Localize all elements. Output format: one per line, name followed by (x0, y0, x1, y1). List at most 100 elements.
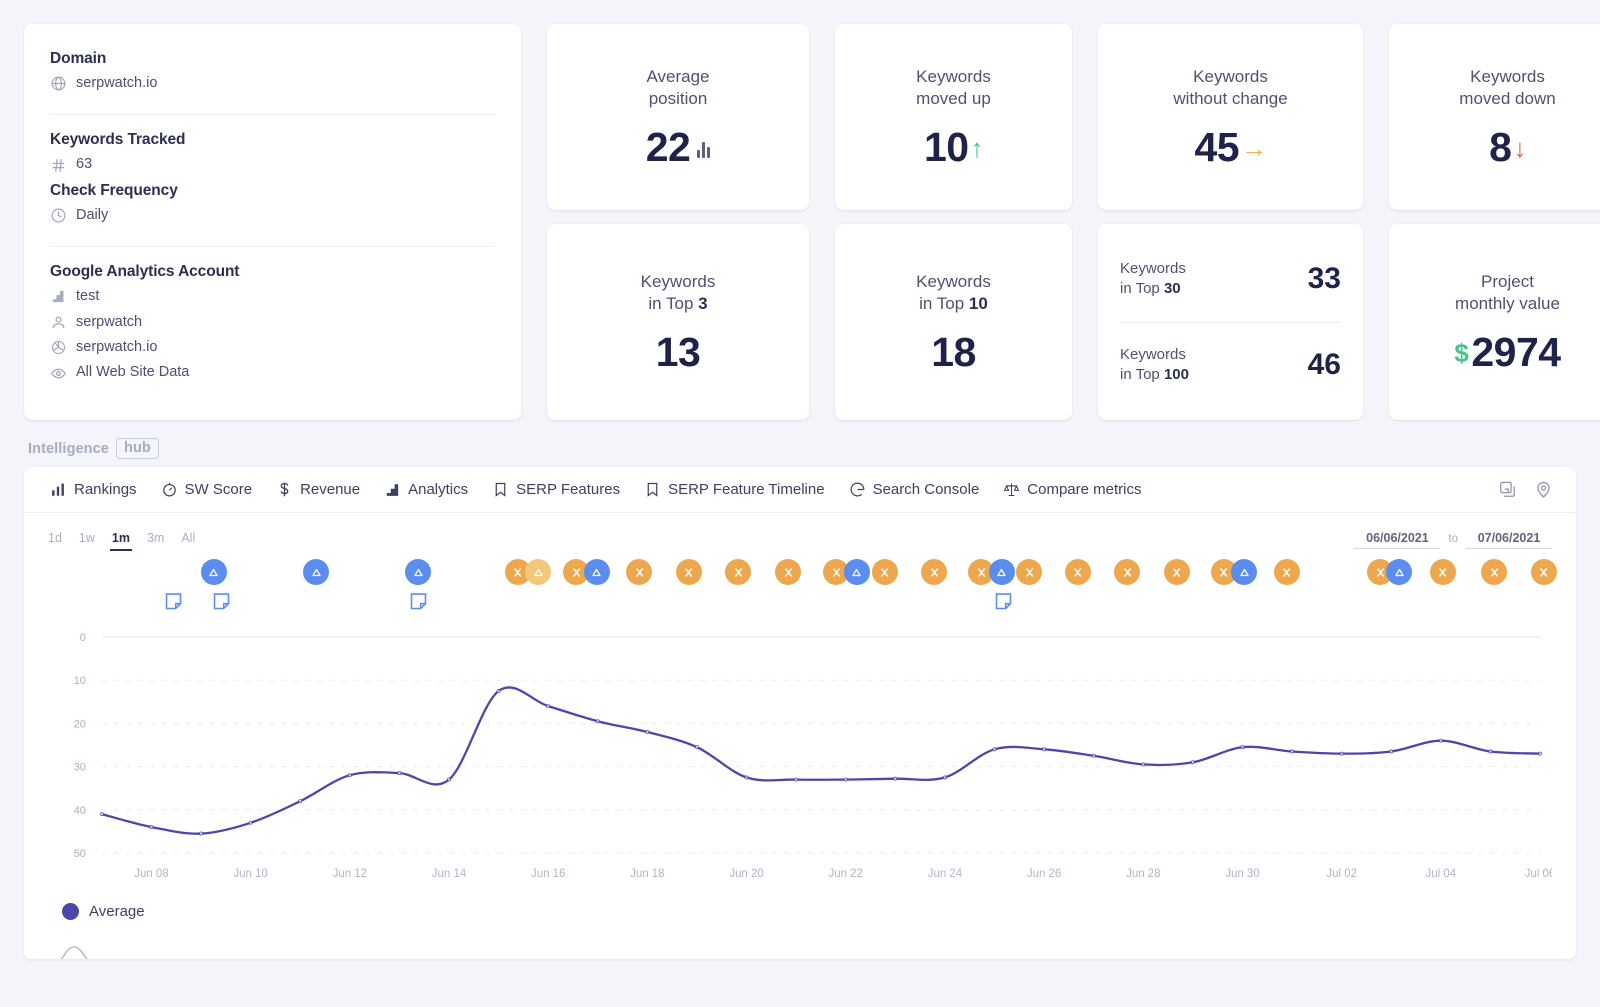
serp-change-marker[interactable] (1064, 559, 1091, 585)
tab-sw-score[interactable]: SW Score (149, 467, 265, 513)
note-marker-icon[interactable] (993, 591, 1014, 612)
metric-card-keywords-moved-up: Keywords moved up 10 ↑ (835, 24, 1072, 210)
location-pin-icon[interactable] (1528, 475, 1558, 505)
note-marker-icon[interactable] (211, 591, 232, 612)
serp-change-marker[interactable] (775, 559, 802, 585)
bars-icon (697, 138, 711, 158)
chart-data-point[interactable] (893, 776, 898, 781)
serp-change-marker[interactable] (921, 559, 948, 585)
chart-data-point[interactable] (794, 777, 799, 782)
note-marker-icon[interactable] (163, 591, 184, 612)
tab-serp-features[interactable]: SERP Features (480, 467, 632, 513)
serp-change-marker[interactable] (675, 559, 702, 585)
chart-data-point[interactable] (1290, 749, 1295, 754)
split-label-line1: Keywords (1120, 260, 1186, 277)
tab-label: Analytics (408, 481, 469, 498)
tab-rankings[interactable]: Rankings (38, 467, 149, 513)
gauge-icon (161, 481, 178, 498)
serp-change-marker[interactable] (1163, 559, 1190, 585)
chart-data-point[interactable] (992, 747, 997, 752)
ga-property-row: serpwatch (50, 314, 495, 331)
arrow-down-icon: ↓ (1513, 132, 1526, 163)
serp-change-marker[interactable] (1273, 559, 1300, 585)
date-from-input[interactable]: 06/06/2021 (1354, 531, 1441, 549)
google-update-marker[interactable] (988, 559, 1015, 585)
chart-data-point[interactable] (248, 820, 253, 825)
chart-data-point[interactable] (347, 773, 352, 778)
notes-icon[interactable] (1492, 475, 1522, 505)
date-to-input[interactable]: 07/06/2021 (1466, 531, 1552, 549)
bar-chart-icon (50, 288, 67, 305)
chart-data-point[interactable] (744, 775, 749, 780)
tab-analytics[interactable]: Analytics (372, 467, 480, 513)
chart-data-point[interactable] (1389, 749, 1394, 754)
x-axis-tick-label: Jun 16 (531, 868, 565, 880)
chart-data-point[interactable] (1091, 753, 1096, 758)
chart-data-point[interactable] (446, 777, 452, 782)
metric-value: 8 (1489, 124, 1512, 171)
serp-change-marker[interactable] (871, 559, 898, 585)
chart-minimap-icon[interactable] (52, 941, 114, 959)
chart-line-average (100, 686, 1542, 835)
google-update-marker[interactable] (843, 559, 870, 585)
metric-label-line2: in Top 3 (641, 293, 716, 315)
google-update-marker[interactable] (583, 559, 610, 585)
chart-data-point[interactable] (645, 729, 650, 735)
google-update-marker[interactable] (1231, 559, 1258, 585)
split-value: 33 (1307, 262, 1341, 296)
chart-data-point[interactable] (298, 799, 303, 804)
serp-change-marker[interactable] (1016, 559, 1043, 585)
chart-data-point[interactable] (149, 825, 154, 830)
chart-data-point[interactable] (1488, 749, 1493, 754)
chart-data-point[interactable] (1438, 738, 1443, 743)
range-option-all[interactable]: All (179, 529, 197, 551)
google-update-marker[interactable] (405, 559, 432, 585)
note-marker-icon[interactable] (408, 591, 429, 612)
chart-data-point[interactable] (1339, 751, 1344, 756)
chart-data-point[interactable] (397, 771, 402, 776)
serp-change-marker[interactable] (725, 559, 752, 585)
serp-change-marker[interactable] (1530, 559, 1557, 585)
bookmark-icon (492, 481, 509, 498)
chart-data-point[interactable] (843, 777, 848, 782)
tab-label: Rankings (74, 481, 137, 498)
google-update-marker[interactable] (525, 559, 552, 585)
chart-data-point[interactable] (942, 775, 947, 780)
range-option-1w[interactable]: 1w (77, 529, 97, 551)
chart-data-point[interactable] (99, 812, 104, 817)
chart-data-point[interactable] (1537, 751, 1543, 756)
serp-change-marker[interactable] (1481, 559, 1508, 585)
serp-change-marker[interactable] (1114, 559, 1141, 585)
metric-card-keywords-in-top-10: Keywords in Top 10 18 (835, 224, 1072, 420)
chart-data-point[interactable] (1042, 747, 1047, 752)
tab-compare-metrics[interactable]: Compare metrics (991, 467, 1153, 513)
metric-label: Keywords moved down (1459, 66, 1555, 111)
metric-value: 10 (923, 124, 969, 171)
chart-data-point[interactable] (198, 831, 204, 836)
tab-revenue[interactable]: Revenue (264, 467, 372, 513)
chart-data-point[interactable] (1141, 762, 1146, 767)
google-update-marker[interactable] (1386, 559, 1413, 585)
chart-data-point[interactable] (1190, 760, 1195, 765)
metric-value: 2974 (1471, 329, 1561, 376)
serp-change-marker[interactable] (626, 559, 653, 585)
google-update-marker[interactable] (200, 559, 227, 585)
chart-data-point[interactable] (546, 704, 551, 709)
chart-data-point[interactable] (694, 745, 700, 750)
chart-data-point[interactable] (1240, 745, 1245, 750)
tab-label: Search Console (872, 481, 980, 498)
metric-value: 18 (931, 329, 976, 376)
chart-data-point[interactable] (595, 719, 600, 724)
chart-data-point[interactable] (496, 688, 501, 694)
ga-view-row: All Web Site Data (50, 364, 495, 381)
event-marker-track (24, 559, 1576, 629)
tab-search-console[interactable]: Search Console (837, 467, 992, 513)
google-update-marker[interactable] (303, 559, 329, 585)
range-option-3m[interactable]: 3m (145, 529, 166, 551)
tab-serp-feature-timeline[interactable]: SERP Feature Timeline (632, 467, 836, 513)
range-option-1m[interactable]: 1m (109, 529, 132, 551)
metric-label-line2: without change (1173, 89, 1288, 108)
serp-change-marker[interactable] (1429, 559, 1456, 585)
metric-value-wrap: 18 (931, 332, 976, 373)
range-option-1d[interactable]: 1d (46, 529, 64, 551)
